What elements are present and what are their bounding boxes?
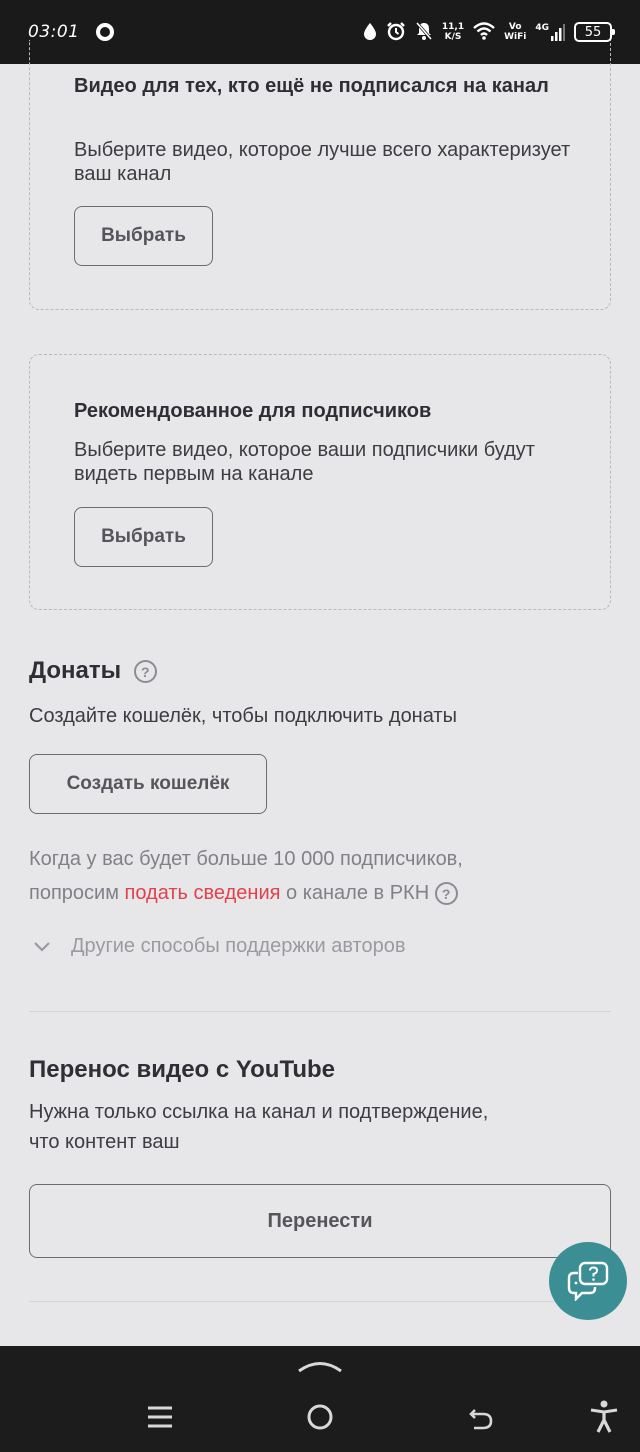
other-support-toggle[interactable]: Другие способы поддержки авторов (33, 935, 405, 958)
description-line-1: Нужна только ссылка на канал и подтвержд… (29, 1101, 489, 1123)
youtube-transfer-description: Нужна только ссылка на канал и подтвержд… (29, 1097, 488, 1157)
net-speed-value: 11,1 (441, 22, 465, 32)
signal-icon (551, 24, 565, 41)
question-circle-icon[interactable]: ? (434, 882, 458, 906)
status-time: 03:01 (28, 22, 80, 42)
other-support-label: Другие способы поддержки авторов (71, 935, 406, 957)
youtube-transfer-title: Перенос видео с YouTube (29, 1056, 335, 1083)
featured-video-card-1: Видео для тех, кто ещё не подписался на … (29, 40, 611, 310)
back-icon[interactable] (467, 1404, 495, 1432)
notice-line-1: Когда у вас будет больше 10 000 подписчи… (29, 848, 463, 870)
accessibility-icon[interactable] (589, 1400, 619, 1434)
net-speed: 11,1 K/S (442, 22, 464, 42)
vowifi-label: Vo WiFi (504, 22, 526, 42)
network-type: 4G (535, 23, 565, 41)
notice-part-2: попросим (29, 882, 119, 904)
create-wallet-button[interactable]: Создать кошелёк (29, 754, 267, 814)
donations-title: Донаты (29, 657, 122, 684)
select-video-button[interactable]: Выбрать (74, 507, 213, 567)
notification-dot-icon (95, 23, 114, 41)
system-nav-bar (0, 1346, 640, 1452)
donations-section-title: Донаты ? (29, 657, 157, 685)
support-chat-button[interactable] (549, 1242, 627, 1320)
select-video-button[interactable]: Выбрать (74, 206, 213, 266)
divider (29, 1011, 611, 1012)
submit-info-link[interactable]: подать сведения (125, 882, 281, 904)
swipe-up-handle-icon[interactable] (296, 1358, 344, 1374)
question-circle-icon[interactable]: ? (133, 660, 157, 684)
chevron-down-icon (34, 941, 50, 952)
donations-subtitle: Создайте кошелёк, чтобы подключить донат… (29, 705, 457, 727)
featured-video-card-2: Рекомендованное для подписчиков Выберите… (29, 354, 611, 610)
card-title: Рекомендованное для подписчиков (74, 400, 432, 422)
card-title: Видео для тех, кто ещё не подписался на … (74, 75, 549, 97)
rkn-notice: Когда у вас будет больше 10 000 подписчи… (29, 842, 589, 910)
battery-icon: 55 (574, 22, 615, 42)
card-description: Выберите видео, которое ваши подписчики … (74, 439, 535, 485)
vo-label: Vo (508, 22, 522, 32)
notice-part-3: о канале в РКН (286, 882, 430, 904)
divider (29, 1301, 611, 1302)
transfer-button[interactable]: Перенести (29, 1184, 611, 1258)
card-description: Выберите видео, которое лучше всего хара… (74, 139, 571, 185)
chat-question-icon (567, 1261, 609, 1301)
menu-icon[interactable] (147, 1404, 173, 1430)
network-label: 4G (535, 23, 549, 33)
home-icon[interactable] (306, 1403, 334, 1431)
description-line-2: что контент ваш (29, 1131, 180, 1153)
